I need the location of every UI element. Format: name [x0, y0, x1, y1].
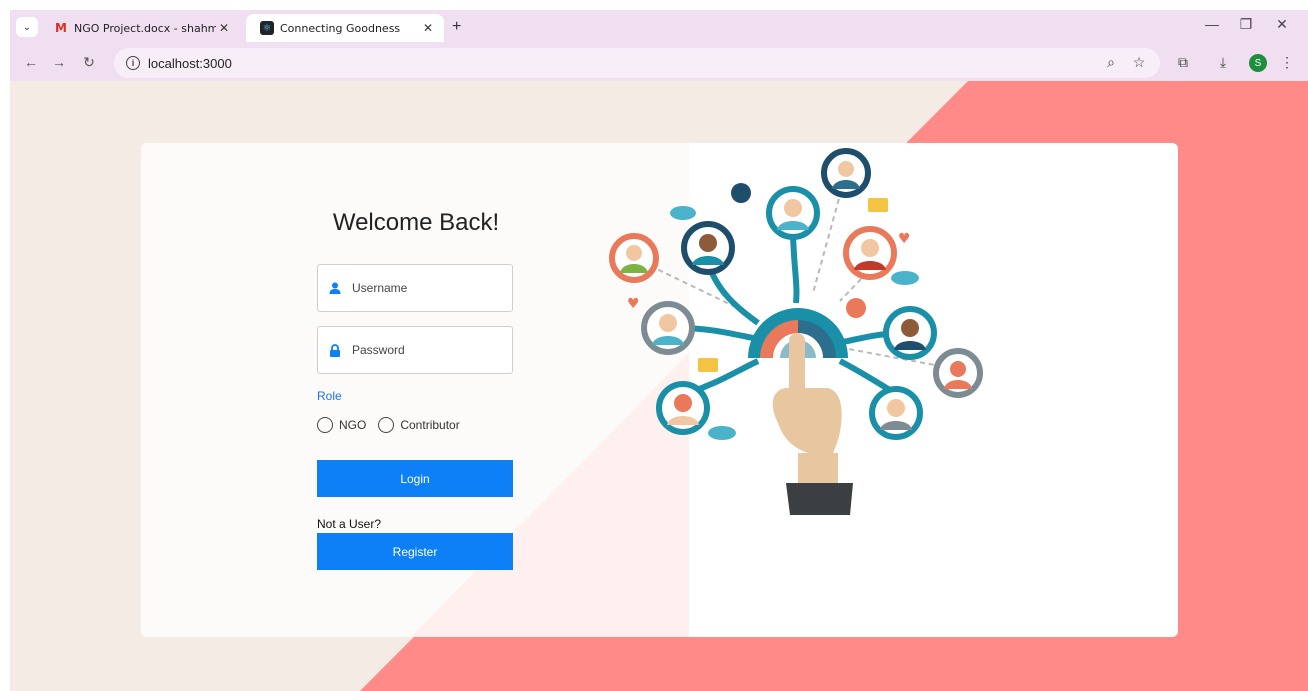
tab-ngo-project[interactable]: M NGO Project.docx - shahmiloni… ✕: [48, 14, 240, 42]
back-button[interactable]: ←: [22, 54, 40, 70]
login-panel: Welcome Back! Role NGO Contributor: [141, 143, 689, 637]
tab-connecting-goodness[interactable]: ⚛ Connecting Goodness ✕: [246, 14, 444, 42]
react-icon: ⚛: [260, 21, 274, 35]
password-field[interactable]: [317, 326, 513, 374]
new-tab-button[interactable]: +: [452, 18, 461, 36]
role-radio-group: NGO Contributor: [317, 417, 472, 433]
tab-search-button[interactable]: ⌄: [16, 17, 38, 37]
tab-bar: ⌄ M NGO Project.docx - shahmiloni… ✕ ⚛ C…: [10, 10, 1308, 42]
radio-contributor[interactable]: [378, 417, 395, 433]
extensions-icon[interactable]: ⧉: [1174, 54, 1192, 71]
reload-button[interactable]: ↻: [80, 54, 98, 71]
address-bar[interactable]: i localhost:3000: [114, 48, 1160, 78]
chevron-down-icon: ⌄: [22, 21, 32, 33]
restore-icon: ❐: [1239, 16, 1253, 32]
network-illustration: ♥ ♥: [609, 148, 983, 515]
radio-label-contributor[interactable]: Contributor: [400, 418, 459, 432]
username-field[interactable]: [317, 264, 513, 312]
plus-icon: +: [452, 18, 462, 35]
browser-toolbar: ← → ↻ i localhost:3000 ⌕ ☆ ⧉ ⤓ S ⋮: [10, 46, 1308, 81]
download-icon[interactable]: ⤓: [1214, 54, 1232, 71]
close-icon[interactable]: ✕: [420, 21, 436, 35]
zoom-icon[interactable]: ⌕: [1102, 54, 1120, 71]
browser-chrome: ⌄ M NGO Project.docx - shahmiloni… ✕ ⚛ C…: [10, 10, 1308, 81]
info-icon[interactable]: i: [126, 56, 140, 70]
close-icon: ✕: [1276, 16, 1288, 32]
radio-ngo[interactable]: [317, 417, 333, 433]
forward-button[interactable]: →: [50, 54, 68, 70]
svg-text:♥: ♥: [627, 296, 640, 312]
arrow-left-icon: ←: [24, 54, 38, 70]
arrow-right-icon: →: [52, 54, 66, 70]
minimize-button[interactable]: —: [1202, 16, 1222, 32]
svg-text:♥: ♥: [898, 231, 911, 247]
user-icon: [328, 281, 342, 295]
tab-title: Connecting Goodness: [280, 21, 401, 35]
close-icon[interactable]: ✕: [216, 21, 232, 35]
radio-label-ngo[interactable]: NGO: [339, 418, 366, 432]
lock-icon: [328, 343, 342, 357]
reload-icon: ↻: [83, 54, 95, 70]
url-text: localhost:3000: [148, 55, 232, 71]
minimize-icon: —: [1205, 16, 1219, 32]
password-input[interactable]: [352, 343, 492, 357]
register-button[interactable]: Register: [317, 533, 513, 570]
profile-avatar[interactable]: S: [1249, 54, 1267, 72]
welcome-heading: Welcome Back!: [332, 209, 500, 236]
login-button[interactable]: Login: [317, 460, 513, 497]
close-window-button[interactable]: ✕: [1272, 16, 1292, 33]
tab-title: NGO Project.docx - shahmiloni…: [74, 21, 216, 35]
bookmark-star-icon[interactable]: ☆: [1130, 54, 1148, 71]
gmail-icon: M: [55, 21, 67, 35]
restore-button[interactable]: ❐: [1236, 16, 1256, 33]
username-input[interactable]: [352, 281, 492, 295]
page-content: Welcome Back! Role NGO Contributor: [10, 81, 1308, 691]
not-user-text: Not a User?: [317, 517, 382, 531]
menu-kebab-icon[interactable]: ⋮: [1278, 54, 1296, 71]
role-label: Role: [317, 389, 342, 403]
